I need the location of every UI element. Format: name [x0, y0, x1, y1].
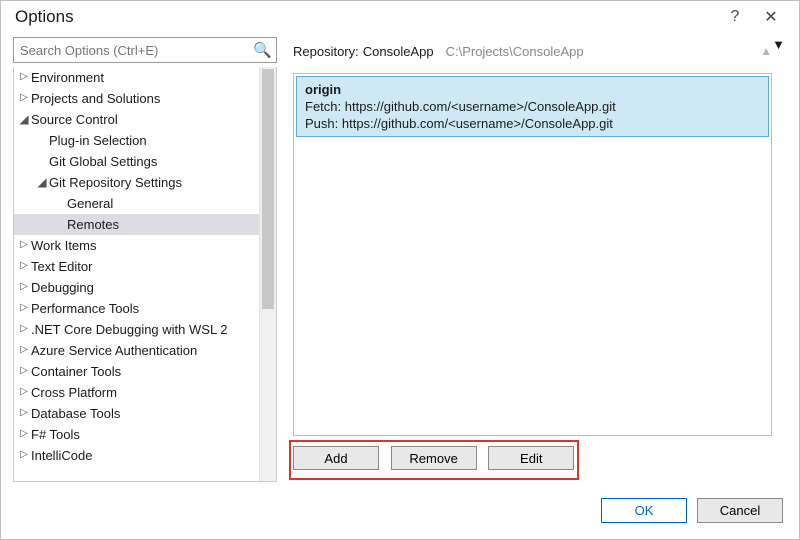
tree-item-label: Remotes — [66, 217, 119, 232]
chevron-right-icon[interactable]: ▷ — [18, 71, 30, 82]
tree-item-label: Azure Service Authentication — [30, 343, 197, 358]
options-dialog: Options ? ✕ 🔍 ▷Environment▷Projects and … — [0, 0, 800, 540]
tree-item-label: Projects and Solutions — [30, 91, 160, 106]
remote-entry[interactable]: origin Fetch: https://github.com/<userna… — [296, 76, 769, 137]
tree-item[interactable]: ▷Container Tools — [14, 361, 276, 382]
tree-item[interactable]: ▷Azure Service Authentication — [14, 340, 276, 361]
repo-header[interactable]: Repository: ConsoleApp C:\Projects\Conso… — [293, 37, 772, 65]
highlight-frame — [289, 440, 579, 480]
tree-item[interactable]: Plug-in Selection — [14, 130, 276, 151]
tree-item-label: Cross Platform — [30, 385, 117, 400]
tree-item-label: Text Editor — [30, 259, 92, 274]
tree-item[interactable]: ▷Performance Tools — [14, 298, 276, 319]
tree-item[interactable]: ▷Text Editor — [14, 256, 276, 277]
tree-item-label: General — [66, 196, 113, 211]
chevron-right-icon[interactable]: ▷ — [18, 428, 30, 439]
tree-item-label: .NET Core Debugging with WSL 2 — [30, 322, 228, 337]
remote-name: origin — [305, 81, 760, 98]
chevron-down-icon[interactable]: ▼ — [772, 37, 785, 482]
chevron-right-icon[interactable]: ▷ — [18, 302, 30, 313]
tree-item[interactable]: ◢Source Control — [14, 109, 276, 130]
chevron-right-icon[interactable]: ▷ — [18, 281, 30, 292]
options-tree: ▷Environment▷Projects and Solutions◢Sour… — [13, 67, 277, 482]
tree-item-label: Environment — [30, 70, 104, 85]
tree-item-label: Plug-in Selection — [48, 133, 147, 148]
chevron-right-icon[interactable]: ▷ — [18, 239, 30, 250]
ok-button[interactable]: OK — [601, 498, 687, 523]
options-right-panel: Repository: ConsoleApp C:\Projects\Conso… — [277, 37, 772, 482]
titlebar: Options ? ✕ — [1, 1, 799, 31]
tree-item[interactable]: ▷Cross Platform — [14, 382, 276, 403]
help-icon[interactable]: ? — [717, 8, 753, 26]
chevron-right-icon[interactable]: ▷ — [18, 449, 30, 460]
tree-item[interactable]: ▷Work Items — [14, 235, 276, 256]
chevron-right-icon[interactable]: ▷ — [18, 386, 30, 397]
tree-item-label: Source Control — [30, 112, 118, 127]
tree-item[interactable]: ▷Environment — [14, 67, 276, 88]
chevron-up-icon[interactable]: ▲ — [760, 44, 772, 58]
remote-fetch: Fetch: https://github.com/<username>/Con… — [305, 98, 760, 115]
tree-item[interactable]: ▷Debugging — [14, 277, 276, 298]
chevron-right-icon[interactable]: ▷ — [18, 260, 30, 271]
tree-item-label: IntelliCode — [30, 448, 92, 463]
tree-item[interactable]: ▷Projects and Solutions — [14, 88, 276, 109]
repo-label: Repository: — [293, 44, 359, 59]
chevron-right-icon[interactable]: ▷ — [18, 344, 30, 355]
tree-item[interactable]: ▷F# Tools — [14, 424, 276, 445]
tree-item-label: Debugging — [30, 280, 94, 295]
tree-item-label: Git Global Settings — [48, 154, 157, 169]
tree-item-label: F# Tools — [30, 427, 80, 442]
remote-buttons-row: Add Remove Edit — [293, 446, 772, 482]
tree-item[interactable]: Remotes — [14, 214, 276, 235]
cancel-button[interactable]: Cancel — [697, 498, 783, 523]
chevron-down-icon[interactable]: ◢ — [36, 175, 48, 189]
chevron-right-icon[interactable]: ▷ — [18, 407, 30, 418]
tree-item-label: Database Tools — [30, 406, 120, 421]
remote-push: Push: https://github.com/<username>/Cons… — [305, 115, 760, 132]
tree-scrollbar[interactable] — [259, 67, 276, 481]
chevron-right-icon[interactable]: ▷ — [18, 92, 30, 103]
remotes-list[interactable]: origin Fetch: https://github.com/<userna… — [293, 73, 772, 436]
tree-item[interactable]: General — [14, 193, 276, 214]
search-input[interactable] — [13, 37, 277, 63]
tree-item-label: Git Repository Settings — [48, 175, 182, 190]
tree-item[interactable]: ▷.NET Core Debugging with WSL 2 — [14, 319, 276, 340]
chevron-right-icon[interactable]: ▷ — [18, 365, 30, 376]
window-title: Options — [15, 7, 74, 27]
dialog-footer: OK Cancel — [1, 482, 799, 539]
tree-item[interactable]: ◢Git Repository Settings — [14, 172, 276, 193]
scrollbar-thumb[interactable] — [262, 69, 274, 309]
chevron-down-icon[interactable]: ◢ — [18, 112, 30, 126]
tree-item-label: Performance Tools — [30, 301, 139, 316]
tree-item[interactable]: ▷IntelliCode — [14, 445, 276, 466]
repo-name: ConsoleApp — [363, 44, 434, 59]
tree-item[interactable]: Git Global Settings — [14, 151, 276, 172]
tree-item[interactable]: ▷Database Tools — [14, 403, 276, 424]
tree-item-label: Work Items — [30, 238, 97, 253]
chevron-right-icon[interactable]: ▷ — [18, 323, 30, 334]
options-left-panel: 🔍 ▷Environment▷Projects and Solutions◢So… — [9, 37, 277, 482]
repo-path: C:\Projects\ConsoleApp — [446, 44, 584, 59]
close-icon[interactable]: ✕ — [753, 7, 789, 27]
tree-item-label: Container Tools — [30, 364, 121, 379]
